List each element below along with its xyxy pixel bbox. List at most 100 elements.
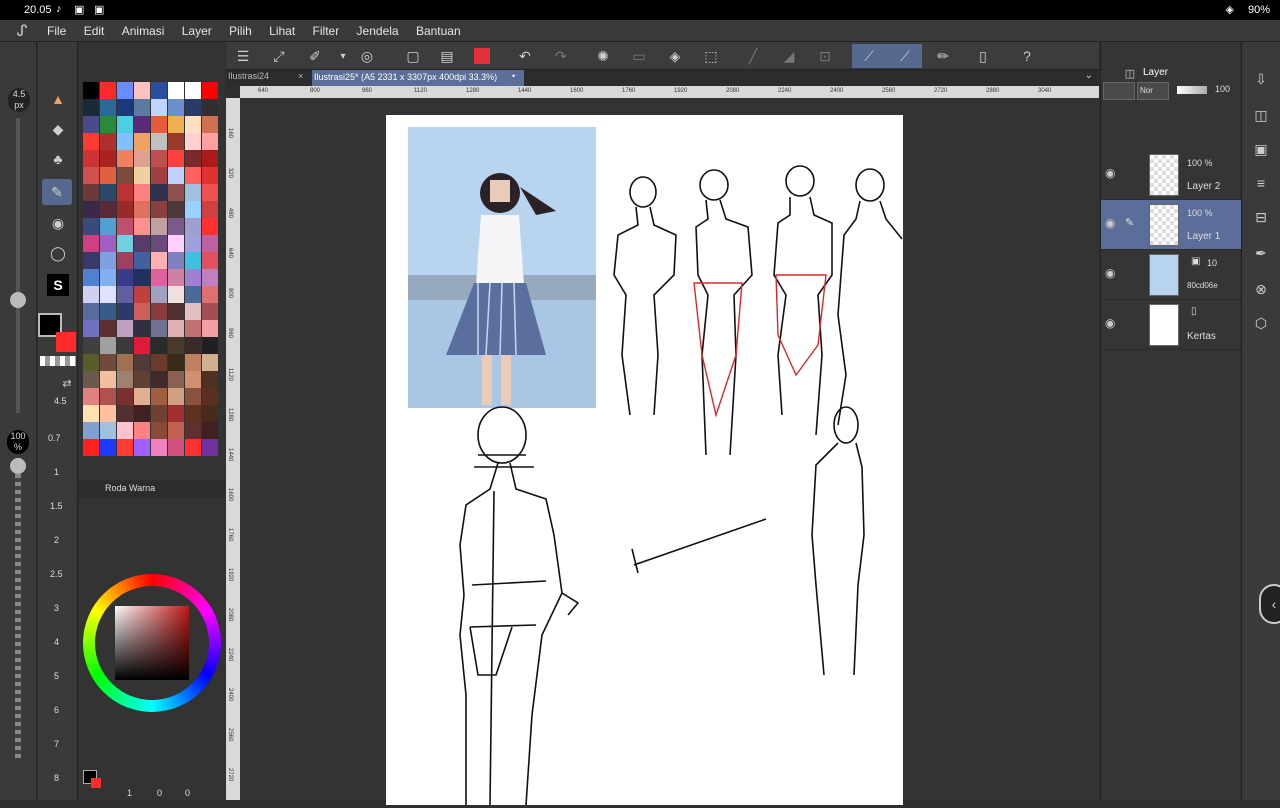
size-option-8[interactable]: 6	[54, 705, 59, 715]
layer-row-layer1[interactable]: ◉ ✎ 100 % Layer 1	[1101, 200, 1241, 250]
color-swatch[interactable]	[100, 439, 116, 456]
menu-edit[interactable]: Edit	[84, 21, 105, 41]
color-swatch[interactable]	[202, 337, 218, 354]
color-swatch[interactable]	[151, 422, 167, 439]
color-swatch[interactable]	[185, 201, 201, 218]
color-swatch[interactable]	[100, 99, 116, 116]
material-icon[interactable]: ⬡	[1250, 312, 1272, 334]
color-swatch[interactable]	[168, 422, 184, 439]
color-swatch[interactable]	[202, 150, 218, 167]
color-swatch[interactable]	[151, 167, 167, 184]
color-swatch[interactable]	[185, 252, 201, 269]
color-swatch[interactable]	[134, 422, 150, 439]
color-swatch[interactable]	[117, 133, 133, 150]
color-swatch[interactable]	[168, 218, 184, 235]
color-swatch[interactable]	[151, 286, 167, 303]
color-swatch[interactable]	[117, 218, 133, 235]
color-swatch[interactable]	[100, 133, 116, 150]
color-picker-square[interactable]	[115, 606, 189, 680]
color-swatch[interactable]	[185, 354, 201, 371]
color-swatch[interactable]	[134, 184, 150, 201]
eye-icon[interactable]: ◉	[1105, 316, 1115, 330]
menu-pilih[interactable]: Pilih	[229, 21, 252, 41]
crop-icon[interactable]: ⊡	[814, 45, 836, 67]
menu-file[interactable]: File	[47, 21, 66, 41]
lasso-tool-icon[interactable]: ◯	[47, 242, 69, 264]
color-swatch[interactable]	[100, 184, 116, 201]
color-swatch[interactable]	[151, 354, 167, 371]
color-swatch[interactable]	[117, 82, 133, 99]
color-swatch[interactable]	[168, 82, 184, 99]
color-swatch[interactable]	[168, 99, 184, 116]
color-swatch[interactable]	[134, 82, 150, 99]
color-swatch[interactable]	[134, 252, 150, 269]
color-swatch[interactable]	[134, 269, 150, 286]
color-swatch[interactable]	[185, 116, 201, 133]
color-swatch[interactable]	[117, 235, 133, 252]
color-swatch[interactable]	[117, 337, 133, 354]
color-swatch[interactable]	[117, 303, 133, 320]
color-swatch[interactable]	[134, 439, 150, 456]
size-option-9[interactable]: 7	[54, 739, 59, 749]
color-swatch[interactable]	[202, 286, 218, 303]
color-swatch[interactable]	[185, 337, 201, 354]
tab-ilustrasi24[interactable]: Ilustrasi24 ×	[228, 71, 308, 85]
device-icon[interactable]: ▯	[972, 45, 994, 67]
layer-row-layer2[interactable]: ◉ 100 % Layer 2	[1101, 150, 1241, 200]
color-swatch[interactable]	[83, 269, 99, 286]
opacity-slider-handle[interactable]	[10, 458, 26, 474]
selection-icon[interactable]: ✺	[592, 45, 614, 67]
eraser-tool-icon[interactable]: ◆	[47, 118, 69, 140]
color-swatch[interactable]	[100, 150, 116, 167]
color-swatch[interactable]	[151, 218, 167, 235]
color-swatch[interactable]	[100, 388, 116, 405]
size-option-7[interactable]: 5	[54, 671, 59, 681]
fill-tool-icon[interactable]: ▲	[47, 88, 69, 110]
color-swatch[interactable]	[117, 286, 133, 303]
color-swatch[interactable]	[100, 235, 116, 252]
color-swatch[interactable]	[100, 405, 116, 422]
color-swatch[interactable]	[185, 320, 201, 337]
brush-size-slider-handle[interactable]	[10, 292, 26, 308]
brush-icon[interactable]: ✒	[1250, 242, 1272, 264]
color-swatch[interactable]	[151, 439, 167, 456]
color-swatch[interactable]	[117, 150, 133, 167]
color-swatch[interactable]	[117, 320, 133, 337]
color-swatch[interactable]	[151, 388, 167, 405]
navigator-icon[interactable]: ⊗	[1250, 278, 1272, 300]
sub-color-swatch[interactable]	[56, 332, 76, 352]
eye-icon[interactable]: ◉	[1105, 216, 1115, 230]
color-swatch[interactable]	[100, 354, 116, 371]
blend-mode-icon[interactable]: ◢	[778, 45, 800, 67]
size-option-10[interactable]: 8	[54, 773, 59, 783]
color-swatch[interactable]	[202, 116, 218, 133]
color-swatch[interactable]	[134, 99, 150, 116]
color-swatch[interactable]	[168, 184, 184, 201]
color-swatch[interactable]	[134, 320, 150, 337]
color-swatch[interactable]	[117, 354, 133, 371]
color-swatch[interactable]	[100, 422, 116, 439]
chevron-down-icon[interactable]: ⌄	[1085, 70, 1093, 81]
color-swatch[interactable]	[202, 303, 218, 320]
smooth-icon[interactable]: ⟋	[894, 45, 916, 67]
color-swatch[interactable]	[134, 235, 150, 252]
menu-lihat[interactable]: Lihat	[269, 21, 295, 41]
color-swatch[interactable]	[83, 252, 99, 269]
color-swatch[interactable]	[100, 337, 116, 354]
color-swatch[interactable]	[83, 439, 99, 456]
transparent-color-swatch[interactable]	[40, 356, 76, 366]
color-swatch[interactable]	[202, 133, 218, 150]
color-swatch[interactable]	[117, 184, 133, 201]
color-swatch[interactable]	[83, 371, 99, 388]
color-swatch[interactable]	[100, 252, 116, 269]
swap-color-icon[interactable]: ⇄	[58, 376, 76, 390]
color-swatch[interactable]	[185, 303, 201, 320]
color-swatch[interactable]	[134, 388, 150, 405]
size-option-2[interactable]: 1.5	[50, 501, 63, 511]
color-swatch[interactable]	[134, 150, 150, 167]
color-swatch[interactable]	[83, 99, 99, 116]
color-swatch[interactable]	[134, 167, 150, 184]
menu-icon[interactable]: ☰	[232, 45, 254, 67]
color-swatch[interactable]	[83, 388, 99, 405]
fill-bucket-icon[interactable]: ◈	[664, 45, 686, 67]
